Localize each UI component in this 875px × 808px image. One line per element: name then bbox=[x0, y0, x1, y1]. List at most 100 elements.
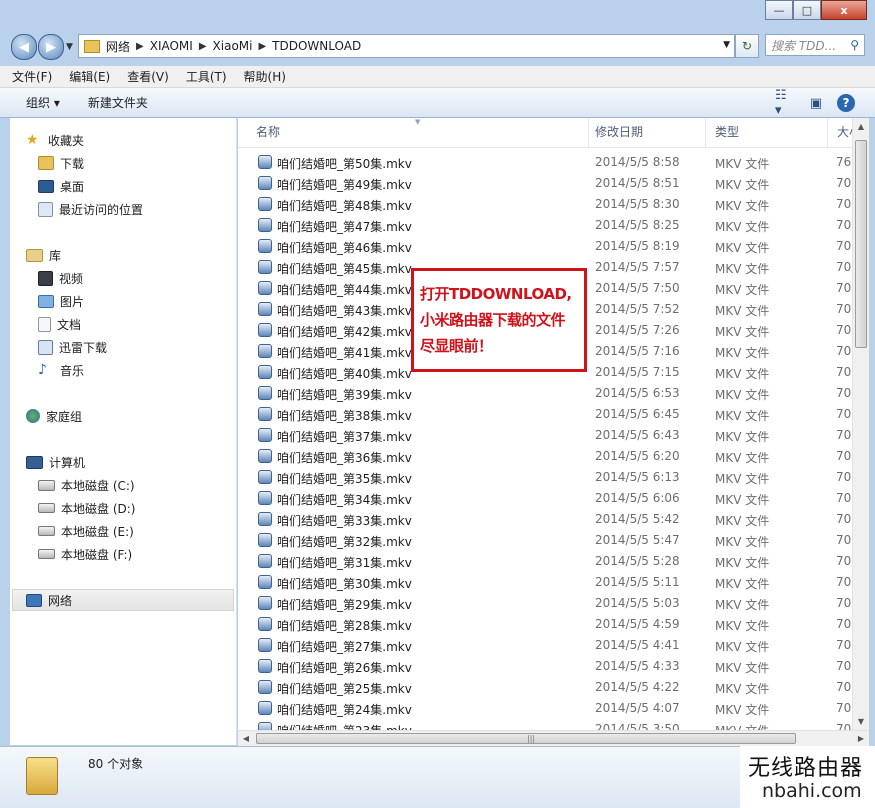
file-date: 2014/5/5 4:33 bbox=[595, 659, 680, 673]
vertical-scrollbar[interactable]: ▲ ▼ bbox=[852, 118, 869, 730]
file-size: 70 bbox=[836, 722, 852, 730]
file-type: MKV 文件 bbox=[715, 556, 770, 570]
sidebar-libraries[interactable]: 库 bbox=[26, 245, 61, 265]
video-file-icon bbox=[258, 323, 272, 337]
file-row[interactable]: 咱们结婚吧_第31集.mkv 2014/5/5 5:28 MKV 文件 70 bbox=[238, 551, 852, 572]
file-row[interactable]: 咱们结婚吧_第29集.mkv 2014/5/5 5:03 MKV 文件 70 bbox=[238, 593, 852, 614]
file-row[interactable]: 咱们结婚吧_第37集.mkv 2014/5/5 6:43 MKV 文件 70 bbox=[238, 425, 852, 446]
sidebar-favorites[interactable]: ★ 收藏夹 bbox=[26, 130, 84, 150]
column-header-size[interactable]: 大小 bbox=[828, 118, 852, 147]
file-row[interactable]: 咱们结婚吧_第50集.mkv 2014/5/5 8:58 MKV 文件 76 bbox=[238, 152, 852, 173]
sidebar-item-documents[interactable]: 文档 bbox=[38, 314, 81, 334]
menu-tools[interactable]: 工具(T) bbox=[186, 68, 227, 85]
help-button[interactable]: ? bbox=[835, 92, 857, 114]
file-row[interactable]: 咱们结婚吧_第27集.mkv 2014/5/5 4:41 MKV 文件 70 bbox=[238, 635, 852, 656]
sidebar-item-videos[interactable]: 视频 bbox=[38, 268, 83, 288]
organize-button[interactable]: 组织 ▾ bbox=[26, 94, 60, 111]
recent-pages-dropdown[interactable]: ▼ bbox=[66, 42, 73, 52]
file-row[interactable]: 咱们结婚吧_第36集.mkv 2014/5/5 6:20 MKV 文件 70 bbox=[238, 446, 852, 467]
forward-button[interactable]: ▶ bbox=[38, 34, 64, 60]
file-type: MKV 文件 bbox=[715, 598, 770, 612]
breadcrumb-tddownload[interactable]: TDDOWNLOAD bbox=[272, 39, 361, 53]
horizontal-scrollbar[interactable]: ◀ ||| ▶ bbox=[238, 730, 869, 746]
sidebar-computer[interactable]: 计算机 bbox=[26, 452, 85, 472]
refresh-icon[interactable]: ↻ bbox=[735, 34, 759, 58]
file-type: MKV 文件 bbox=[715, 199, 770, 213]
view-options-icon[interactable]: ☷ ▾ bbox=[775, 88, 797, 118]
horizontal-scroll-thumb[interactable]: ||| bbox=[256, 733, 796, 744]
sidebar-item-downloads[interactable]: 下载 bbox=[38, 153, 84, 173]
sidebar-item-drive-f[interactable]: 本地磁盘 (F:) bbox=[38, 544, 132, 564]
sidebar-item-drive-d[interactable]: 本地磁盘 (D:) bbox=[38, 498, 135, 518]
menu-help[interactable]: 帮助(H) bbox=[244, 68, 286, 85]
sidebar-item-label: 最近访问的位置 bbox=[59, 202, 144, 217]
file-date: 2014/5/5 7:15 bbox=[595, 365, 680, 379]
watermark: 无线路由器 nbahi.com bbox=[740, 746, 875, 808]
file-row[interactable]: 咱们结婚吧_第39集.mkv 2014/5/5 6:53 MKV 文件 70 bbox=[238, 383, 852, 404]
file-row[interactable]: 咱们结婚吧_第46集.mkv 2014/5/5 8:19 MKV 文件 70 bbox=[238, 236, 852, 257]
video-file-icon bbox=[258, 428, 272, 442]
sidebar-network[interactable]: 网络 bbox=[26, 590, 72, 610]
breadcrumb-xiaomi[interactable]: XIAOMI bbox=[150, 39, 193, 53]
maximize-button[interactable]: □ bbox=[793, 0, 821, 20]
address-bar[interactable]: 网络 ▶ XIAOMI ▶ XiaoMi ▶ TDDOWNLOAD ▼ bbox=[78, 34, 735, 58]
sidebar-homegroup[interactable]: 家庭组 bbox=[26, 406, 82, 426]
breadcrumb-network[interactable]: 网络 bbox=[106, 38, 130, 55]
scroll-left-icon[interactable]: ◀ bbox=[238, 731, 254, 746]
file-row[interactable]: 咱们结婚吧_第32集.mkv 2014/5/5 5:47 MKV 文件 70 bbox=[238, 530, 852, 551]
close-button[interactable]: x bbox=[821, 0, 867, 20]
search-input[interactable]: 搜索 TDD... ⚲ bbox=[765, 34, 865, 56]
menu-file[interactable]: 文件(F) bbox=[12, 68, 52, 85]
sidebar-item-desktop[interactable]: 桌面 bbox=[38, 176, 84, 196]
file-size: 70 bbox=[836, 512, 852, 526]
file-row[interactable]: 咱们结婚吧_第49集.mkv 2014/5/5 8:51 MKV 文件 70 bbox=[238, 173, 852, 194]
video-file-icon bbox=[258, 722, 272, 730]
menu-edit[interactable]: 编辑(E) bbox=[69, 68, 110, 85]
annotation-line-1: 打开TDDOWNLOAD, bbox=[420, 285, 572, 303]
sidebar-item-label: 音乐 bbox=[60, 363, 85, 378]
scroll-right-icon[interactable]: ▶ bbox=[853, 731, 869, 746]
file-size: 70 bbox=[836, 302, 852, 316]
file-row[interactable]: 咱们结婚吧_第48集.mkv 2014/5/5 8:30 MKV 文件 70 bbox=[238, 194, 852, 215]
file-row[interactable]: 咱们结婚吧_第33集.mkv 2014/5/5 5:42 MKV 文件 70 bbox=[238, 509, 852, 530]
file-size: 70 bbox=[836, 680, 852, 694]
back-button[interactable]: ◀ bbox=[11, 34, 37, 60]
file-row[interactable]: 咱们结婚吧_第35集.mkv 2014/5/5 6:13 MKV 文件 70 bbox=[238, 467, 852, 488]
sidebar-item-music[interactable]: ♪ 音乐 bbox=[38, 360, 84, 380]
file-row[interactable]: 咱们结婚吧_第23集.mkv 2014/5/5 3:50 MKV 文件 70 bbox=[238, 719, 852, 730]
file-row[interactable]: 咱们结婚吧_第24集.mkv 2014/5/5 4:07 MKV 文件 70 bbox=[238, 698, 852, 719]
column-header-date[interactable]: 修改日期 bbox=[586, 118, 706, 147]
file-row[interactable]: 咱们结婚吧_第47集.mkv 2014/5/5 8:25 MKV 文件 70 bbox=[238, 215, 852, 236]
file-size: 76 bbox=[836, 155, 852, 169]
scroll-down-icon[interactable]: ▼ bbox=[853, 713, 869, 730]
file-row[interactable]: 咱们结婚吧_第38集.mkv 2014/5/5 6:45 MKV 文件 70 bbox=[238, 404, 852, 425]
file-row[interactable]: 咱们结婚吧_第25集.mkv 2014/5/5 4:22 MKV 文件 70 bbox=[238, 677, 852, 698]
file-row[interactable]: 咱们结婚吧_第30集.mkv 2014/5/5 5:11 MKV 文件 70 bbox=[238, 572, 852, 593]
file-date: 2014/5/5 5:03 bbox=[595, 596, 680, 610]
address-dropdown-icon[interactable]: ▼ bbox=[723, 40, 730, 50]
minimize-button[interactable]: — bbox=[765, 0, 793, 20]
sidebar-item-label: 本地磁盘 (D:) bbox=[61, 501, 136, 516]
breadcrumb-separator-icon[interactable]: ▶ bbox=[199, 41, 207, 52]
menu-view[interactable]: 查看(V) bbox=[127, 68, 169, 85]
file-name: 咱们结婚吧_第34集.mkv bbox=[277, 493, 412, 507]
file-type: MKV 文件 bbox=[715, 367, 770, 381]
vertical-scroll-thumb[interactable] bbox=[855, 140, 867, 348]
new-folder-button[interactable]: 新建文件夹 bbox=[88, 94, 148, 111]
sidebar-item-thunder-downloads[interactable]: 迅雷下载 bbox=[38, 337, 107, 357]
file-row[interactable]: 咱们结婚吧_第26集.mkv 2014/5/5 4:33 MKV 文件 70 bbox=[238, 656, 852, 677]
breadcrumb-xiaomi-share[interactable]: XiaoMi bbox=[213, 39, 253, 53]
sidebar-item-drive-e[interactable]: 本地磁盘 (E:) bbox=[38, 521, 134, 541]
sidebar-item-recent[interactable]: 最近访问的位置 bbox=[38, 199, 143, 219]
sidebar-item-label: 下载 bbox=[60, 156, 85, 171]
file-row[interactable]: 咱们结婚吧_第34集.mkv 2014/5/5 6:06 MKV 文件 70 bbox=[238, 488, 852, 509]
sidebar-item-drive-c[interactable]: 本地磁盘 (C:) bbox=[38, 475, 135, 495]
sidebar-item-pictures[interactable]: 图片 bbox=[38, 291, 84, 311]
column-header-type[interactable]: 类型 bbox=[706, 118, 828, 147]
breadcrumb-separator-icon[interactable]: ▶ bbox=[258, 41, 266, 52]
breadcrumb-separator-icon[interactable]: ▶ bbox=[136, 41, 144, 52]
search-icon[interactable]: ⚲ bbox=[850, 38, 859, 52]
scroll-up-icon[interactable]: ▲ bbox=[853, 118, 869, 135]
preview-pane-icon[interactable]: ▣ bbox=[805, 92, 827, 114]
file-row[interactable]: 咱们结婚吧_第28集.mkv 2014/5/5 4:59 MKV 文件 70 bbox=[238, 614, 852, 635]
